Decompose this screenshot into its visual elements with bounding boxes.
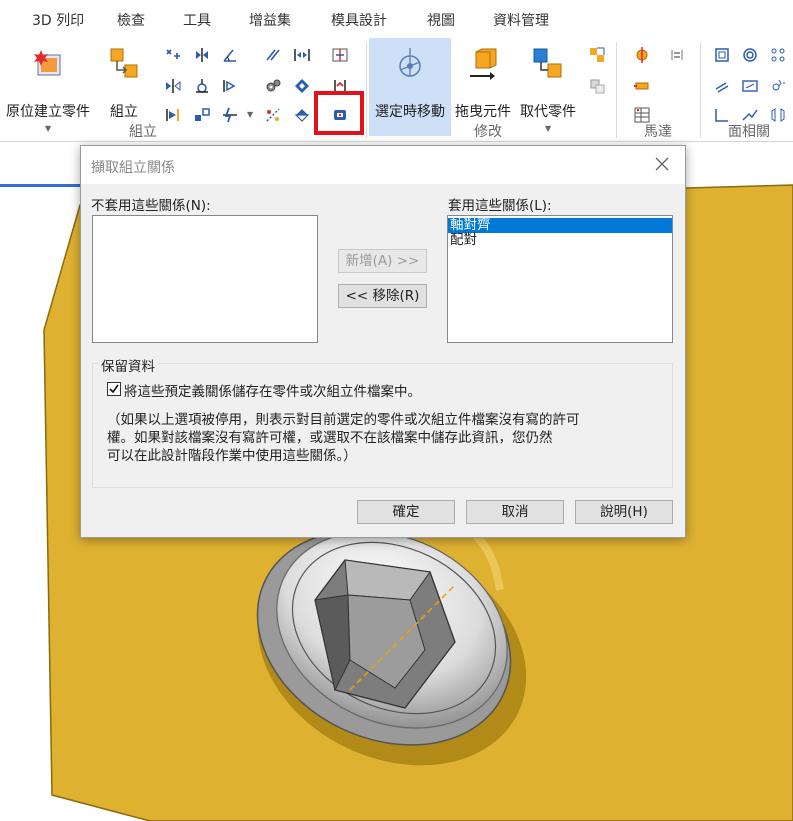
parallel-face-icon[interactable] — [713, 77, 731, 95]
cancel-button[interactable]: 取消 — [466, 500, 564, 524]
physical-motion-icon[interactable] — [668, 46, 686, 64]
coplanar-icon[interactable] — [741, 77, 759, 95]
dialog-titlebar: 擷取組立關係 — [81, 146, 685, 184]
tab-underline — [0, 184, 80, 187]
create-in-place-button[interactable]: 原位建立零件 ▼ — [0, 38, 96, 136]
group-separator — [616, 42, 617, 138]
align-icon[interactable] — [193, 46, 211, 64]
menu-tab-bar: 3D 列印 檢查 工具 增益集 模具設計 視圖 資料管理 — [0, 0, 793, 34]
cam-icon[interactable] — [221, 106, 239, 124]
capture-relationships-dialog: 擷取組立關係 不套用這些關係(N): 套用這些關係(L): 軸對齊 配對 新增(… — [80, 145, 686, 538]
tab-data-management[interactable]: 資料管理 — [493, 10, 549, 30]
create-in-place-label: 原位建立零件 — [6, 104, 90, 120]
simulate-motor-icon[interactable] — [633, 77, 651, 95]
move-on-select-icon — [399, 48, 421, 77]
tab-view[interactable]: 視圖 — [427, 10, 455, 30]
concentric-icon[interactable] — [741, 46, 759, 64]
create-in-place-icon — [34, 50, 61, 76]
remove-button[interactable]: << 移除(R) — [338, 284, 427, 308]
group-label-assemble: 組立 — [129, 124, 157, 140]
save-relations-label[interactable]: 將這些預定義關係儲存在零件或次組立件檔案中。 — [124, 380, 421, 400]
tangent-face-icon[interactable] — [769, 77, 787, 95]
drag-component-label: 拖曳元件 — [455, 104, 511, 120]
assemble-label: 組立 — [110, 104, 138, 120]
flash-fit-icon[interactable] — [293, 106, 311, 124]
gear-relation-icon[interactable] — [264, 106, 282, 124]
disperse-icon[interactable] — [588, 77, 606, 95]
symmetric-icon[interactable] — [769, 46, 787, 64]
note-line: （如果以上選項被停用，則表示對目前選定的零件或次組立件檔案沒有寫的許可 — [107, 412, 580, 428]
close-icon[interactable] — [653, 155, 671, 173]
distance-icon[interactable] — [293, 46, 311, 64]
ground-icon[interactable] — [769, 106, 787, 124]
path-icon[interactable] — [193, 106, 211, 124]
mate-icon[interactable] — [164, 46, 182, 64]
transfer-icon[interactable] — [588, 46, 606, 64]
note-line: 可以在此設計階段作業中使用這些關係。） — [107, 448, 357, 464]
mirror-icon[interactable] — [164, 77, 182, 95]
add-button[interactable]: 新增(A) >> — [338, 249, 427, 273]
keep-data-label: 保留資料 — [98, 355, 158, 375]
list-item[interactable]: 配對 — [448, 233, 672, 248]
apply-listbox[interactable]: 軸對齊 配對 — [447, 215, 673, 343]
replace-part-icon — [533, 48, 562, 78]
center-plane-icon[interactable] — [331, 46, 349, 64]
not-apply-listbox[interactable] — [92, 215, 318, 343]
group-separator — [700, 42, 701, 138]
assemble-icon — [110, 48, 138, 78]
connect-icon[interactable] — [164, 106, 182, 124]
chevron-down-icon[interactable]: ▼ — [247, 110, 255, 120]
chevron-down-icon: ▼ — [45, 124, 52, 133]
tab-inspect[interactable]: 檢查 — [117, 10, 145, 30]
parallel-icon[interactable] — [264, 46, 282, 64]
face-offset-icon[interactable] — [713, 46, 731, 64]
tab-tools[interactable]: 工具 — [183, 10, 211, 30]
move-on-select-button[interactable]: 選定時移動 — [369, 38, 451, 136]
apply-label: 套用這些關係(L): — [448, 198, 552, 214]
tab-add-ins[interactable]: 增益集 — [249, 10, 291, 30]
tab-mold-design[interactable]: 模具設計 — [331, 10, 387, 30]
angle-icon[interactable] — [221, 46, 239, 64]
group-label-motor: 馬達 — [644, 124, 672, 140]
tangent-icon[interactable] — [193, 77, 211, 95]
ribbon: 原位建立零件 ▼ 組立 ▼ 組立 選定時移動 拖曳元件 取代零件 ▼ 修改 馬達… — [0, 34, 793, 142]
help-button[interactable]: 說明(H) — [575, 500, 673, 524]
dialog-title: 擷取組立關係 — [91, 160, 175, 176]
face-icon[interactable] — [293, 77, 311, 95]
replace-part-button[interactable]: 取代零件 ▼ — [516, 38, 580, 136]
group-label-modify: 修改 — [474, 124, 502, 140]
move-on-select-label: 選定時移動 — [375, 104, 445, 120]
save-relations-checkbox[interactable] — [107, 382, 121, 396]
replace-part-label: 取代零件 — [520, 104, 576, 120]
gear-icon[interactable] — [264, 77, 282, 95]
highlight-box — [314, 91, 364, 135]
insert-icon[interactable] — [221, 77, 239, 95]
check-icon — [109, 384, 119, 394]
list-item[interactable]: 軸對齊 — [448, 218, 672, 233]
drag-component-icon — [470, 48, 497, 80]
group-separator — [366, 42, 367, 138]
chevron-down-icon: ▼ — [545, 124, 552, 133]
note-line: 權。如果對該檔案沒有寫許可權，或選取不在該檔案中儲存此資訊，您仍然 — [107, 430, 553, 446]
tab-3d-print[interactable]: 3D 列印 — [32, 10, 84, 30]
group-label-face-relations: 面相關 — [728, 124, 770, 140]
motor-icon[interactable] — [633, 46, 651, 64]
not-apply-label: 不套用這些關係(N): — [91, 198, 211, 214]
ok-button[interactable]: 確定 — [357, 500, 455, 524]
